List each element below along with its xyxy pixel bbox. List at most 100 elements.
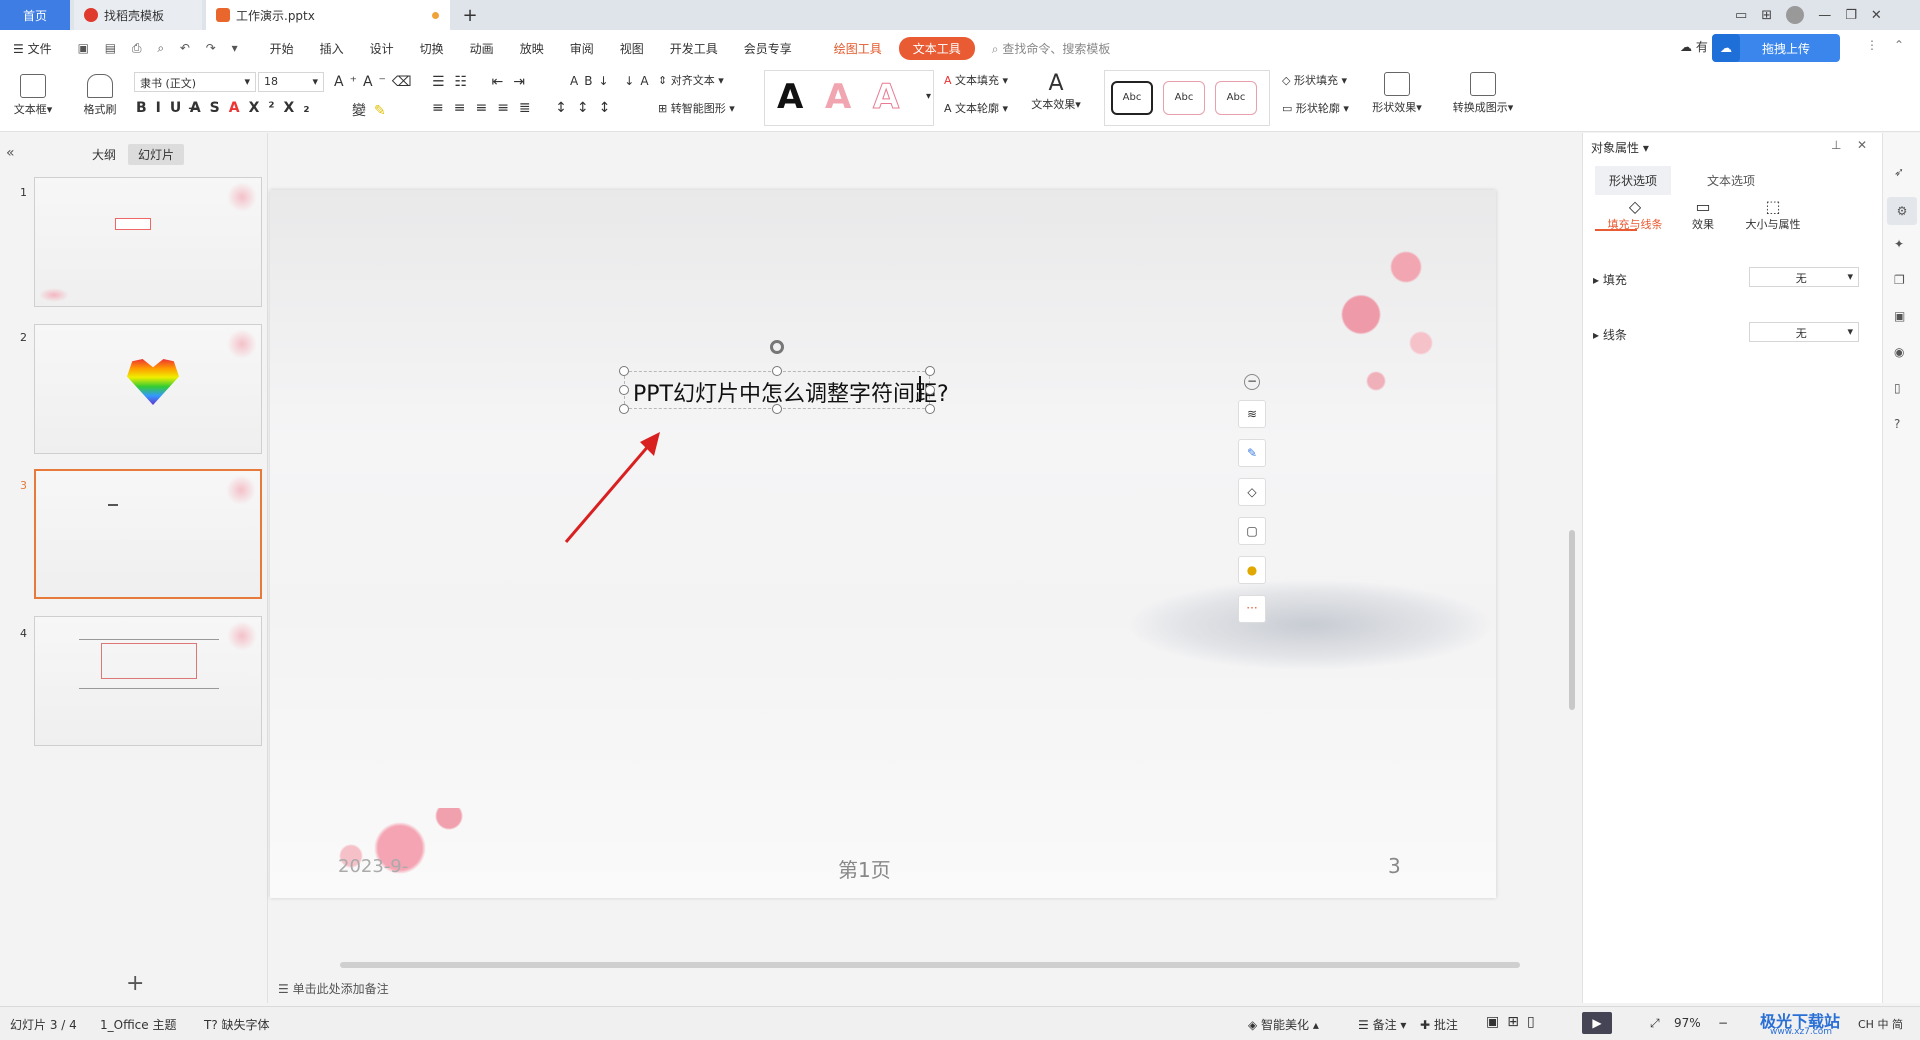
apps-grid-icon[interactable]: ⊞ <box>1761 8 1772 23</box>
line-section-toggle[interactable]: ▸ 线条 <box>1593 326 1627 343</box>
font-family-select[interactable]: 隶书 (正文) ▾ <box>134 72 256 92</box>
menu-transition[interactable]: 切换 <box>407 40 457 57</box>
upload-button[interactable]: ☁ 拖拽上传 <box>1712 34 1840 62</box>
font-size-grow-shrink-icons[interactable]: A⁺A⁻⌫ <box>334 74 418 90</box>
collapse-panel-icon[interactable]: « <box>6 145 15 161</box>
more-tools-button[interactable]: ··· <box>1238 595 1266 623</box>
horizontal-scrollbar-thumb[interactable] <box>340 962 1520 968</box>
tab-home[interactable]: 首页 <box>0 0 70 30</box>
resize-handle-tc[interactable] <box>772 366 782 376</box>
property-panel-title[interactable]: 对象属性 ▾ <box>1591 139 1649 156</box>
menu-drawing-tools[interactable]: 绘图工具 <box>821 40 895 57</box>
list-indent-icons[interactable]: ☰☷ ⇤⇥ <box>432 74 535 90</box>
shape-effect-button[interactable]: 形状效果▾ <box>1366 72 1428 115</box>
fill-select[interactable]: 无 ▾ <box>1749 267 1859 287</box>
slide-number-footer[interactable]: 3 <box>1388 854 1401 878</box>
zoom-level[interactable]: 97% <box>1674 1016 1701 1030</box>
wordart-style-outline[interactable]: A <box>872 77 899 118</box>
shape-style-2[interactable]: Abc <box>1163 81 1205 115</box>
menu-developer[interactable]: 开发工具 <box>657 40 731 57</box>
wordart-gallery[interactable]: A A A ▾ <box>764 70 934 126</box>
add-slide-button[interactable]: + <box>126 971 144 996</box>
vertical-scrollbar[interactable] <box>1566 140 1578 950</box>
gallery-more-icon[interactable]: ▾ <box>926 91 931 102</box>
rocket-icon[interactable]: ➶ <box>1894 165 1904 179</box>
text-outline-button[interactable]: A 文本轮廓 ▾ <box>944 100 1008 116</box>
horizontal-scrollbar[interactable] <box>276 960 1560 970</box>
play-slideshow-button[interactable]: ▶ <box>1582 1012 1612 1034</box>
menu-view[interactable]: 视图 <box>607 40 657 57</box>
idea-tool-button[interactable]: ● <box>1238 556 1266 584</box>
tab-text-options[interactable]: 文本选项 <box>1707 172 1755 189</box>
subtab-effect[interactable]: ▭ 效果 <box>1675 197 1731 232</box>
tab-slides[interactable]: 幻灯片 <box>128 144 185 165</box>
pinyin-highlight-icons[interactable]: 變✎ <box>352 100 394 120</box>
minimize-icon[interactable]: — <box>1818 8 1831 23</box>
menu-design[interactable]: 设计 <box>357 40 407 57</box>
cloud-status[interactable]: ☁ 有 <box>1680 38 1708 55</box>
copy-icon[interactable]: ❐ <box>1894 273 1905 287</box>
slide-date[interactable]: 2023-9- <box>338 856 408 877</box>
location-icon[interactable]: ◉ <box>1894 345 1904 359</box>
pin-shape-icon[interactable]: ✦ <box>1894 237 1904 251</box>
text-fill-button[interactable]: A 文本填充 ▾ <box>944 72 1008 88</box>
paragraph-align-icons[interactable]: ≡≡≡≡≣ ↕↕↕ <box>432 100 620 116</box>
view-mode-icons[interactable]: ▣⊞▯ <box>1486 1014 1543 1030</box>
tab-template[interactable]: 找稻壳模板 <box>74 0 202 30</box>
slide-thumbnail-1[interactable] <box>34 177 262 307</box>
textbox-button[interactable]: 文本框▾ <box>10 74 56 117</box>
close-panel-icon[interactable]: ✕ <box>1857 138 1867 152</box>
smart-beautify-button[interactable]: ◈ 智能美化 ▴ <box>1248 1016 1319 1033</box>
convert-diagram-button[interactable]: 转换成图示▾ <box>1448 72 1518 115</box>
quick-access-toolbar[interactable]: ▣ ▤ ⎙ ⌕ ↶ ↷ ▾ <box>65 41 257 56</box>
shape-style-1[interactable]: Abc <box>1111 81 1153 115</box>
notes-button[interactable]: ☰ 备注 ▾ <box>1358 1016 1406 1033</box>
text-direction-icons[interactable]: AB↓ ↓A <box>570 74 655 88</box>
help-icon[interactable]: ? <box>1894 417 1900 431</box>
tab-document[interactable]: 工作演示.pptx <box>206 0 450 30</box>
menu-text-tools[interactable]: 文本工具 <box>898 36 975 60</box>
image-icon[interactable]: ▣ <box>1894 309 1905 323</box>
slide[interactable]: PPT幻灯片中怎么调整字符间距? 2023-9- 第1页 3 <box>270 190 1496 898</box>
slide-footer[interactable]: 第1页 <box>838 854 891 883</box>
theme-name[interactable]: 1_Office 主题 <box>100 1016 176 1033</box>
menu-review[interactable]: 审阅 <box>557 40 607 57</box>
menu-animation[interactable]: 动画 <box>457 40 507 57</box>
shape-style-3[interactable]: Abc <box>1215 81 1257 115</box>
collapse-ribbon-icon[interactable]: ⌃ <box>1894 38 1904 52</box>
collapse-quick-tools-icon[interactable]: − <box>1244 374 1260 390</box>
pen-tool-button[interactable]: ✎ <box>1238 439 1266 467</box>
resize-handle-bc[interactable] <box>772 404 782 414</box>
menu-member[interactable]: 会员专享 <box>731 40 805 57</box>
fit-window-icon[interactable]: ⤢ <box>1650 1016 1660 1031</box>
slide-thumbnail-4[interactable] <box>34 616 262 746</box>
layout-icon[interactable]: ▭ <box>1735 8 1747 23</box>
text-effect-button[interactable]: A 文本效果▾ <box>1028 72 1084 112</box>
format-painter-button[interactable]: 格式刷 <box>78 74 122 117</box>
ime-indicator[interactable]: CH 中 简 <box>1858 1016 1903 1032</box>
search-command[interactable]: ⌕ 查找命令、搜索模板 <box>979 40 1124 57</box>
restore-icon[interactable]: ❐ <box>1845 8 1857 23</box>
font-size-select[interactable]: 18 ▾ <box>258 72 324 92</box>
fill-section-toggle[interactable]: ▸ 填充 <box>1593 271 1627 288</box>
resize-handle-tl[interactable] <box>619 366 629 376</box>
pin-icon[interactable]: ⊥ <box>1831 138 1841 152</box>
slide-thumbnail-3[interactable] <box>34 469 262 599</box>
book-icon[interactable]: ▯ <box>1894 381 1901 395</box>
align-text-button[interactable]: ⇕ 对齐文本 ▾ <box>658 72 724 88</box>
zoom-out-button[interactable]: − <box>1718 1016 1728 1030</box>
shape-fill-button[interactable]: ◇ 形状填充 ▾ <box>1282 72 1347 88</box>
resize-handle-bl[interactable] <box>619 404 629 414</box>
shape-outline-button[interactable]: ▭ 形状轮廓 ▾ <box>1282 100 1349 116</box>
wordart-style-pink[interactable]: A <box>825 77 851 117</box>
menu-insert[interactable]: 插入 <box>307 40 357 57</box>
frame-tool-button[interactable]: ▢ <box>1238 517 1266 545</box>
fill-tool-button[interactable]: ◇ <box>1238 478 1266 506</box>
resize-handle-br[interactable] <box>925 404 935 414</box>
tab-shape-options[interactable]: 形状选项 <box>1595 166 1672 195</box>
layers-tool-button[interactable]: ≋ <box>1238 400 1266 428</box>
new-tab-button[interactable]: + <box>452 0 488 30</box>
missing-font-button[interactable]: T? 缺失字体 <box>204 1016 270 1033</box>
menu-start[interactable]: 开始 <box>257 40 307 57</box>
subtab-fill-line[interactable]: ◇ 填充与线条 <box>1595 197 1675 232</box>
